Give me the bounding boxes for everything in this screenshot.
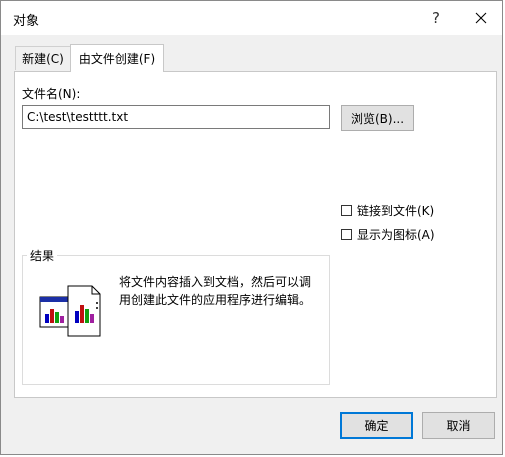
- window-title: 对象: [13, 14, 40, 29]
- display-as-icon-checkbox[interactable]: [341, 228, 352, 240]
- cancel-button-label: 取消: [446, 419, 471, 433]
- help-icon: ?: [432, 9, 440, 27]
- link-to-file-checkbox[interactable]: [341, 204, 352, 216]
- ok-button-label: 确定: [364, 419, 389, 433]
- close-icon: [475, 12, 487, 24]
- display-as-icon-label: 显示为图标(A): [357, 227, 435, 242]
- browse-button-label: 浏览(B)...: [350, 111, 405, 126]
- browse-button[interactable]: 浏览(B)...: [341, 105, 414, 131]
- title-bar: 对象 ?: [1, 1, 502, 35]
- tab-new[interactable]: 新建(C): [15, 46, 71, 70]
- object-dialog: 对象 ? 新建(C) 由文件创建(F) 文件名(N): 浏览(B)... 链接到…: [0, 0, 503, 455]
- link-to-file-label: 链接到文件(K): [357, 203, 435, 218]
- embed-file-icon: [39, 285, 101, 337]
- display-as-icon-option[interactable]: 显示为图标(A): [341, 226, 435, 242]
- tab-create-from-file-label: 由文件创建(F): [78, 52, 156, 66]
- filename-input[interactable]: [22, 105, 330, 129]
- cancel-button[interactable]: 取消: [422, 412, 495, 439]
- link-to-file-option[interactable]: 链接到文件(K): [341, 202, 434, 218]
- filename-label: 文件名(N):: [22, 87, 81, 101]
- tab-new-label: 新建(C): [22, 52, 64, 66]
- close-button[interactable]: [465, 3, 497, 33]
- tab-create-from-file[interactable]: 由文件创建(F): [70, 44, 164, 72]
- ok-button[interactable]: 确定: [340, 412, 413, 439]
- result-legend: 结果: [27, 247, 58, 264]
- help-button[interactable]: ?: [421, 3, 451, 33]
- result-description: 将文件内容插入到文档，然后可以调用创建此文件的应用程序进行编辑。: [119, 275, 312, 307]
